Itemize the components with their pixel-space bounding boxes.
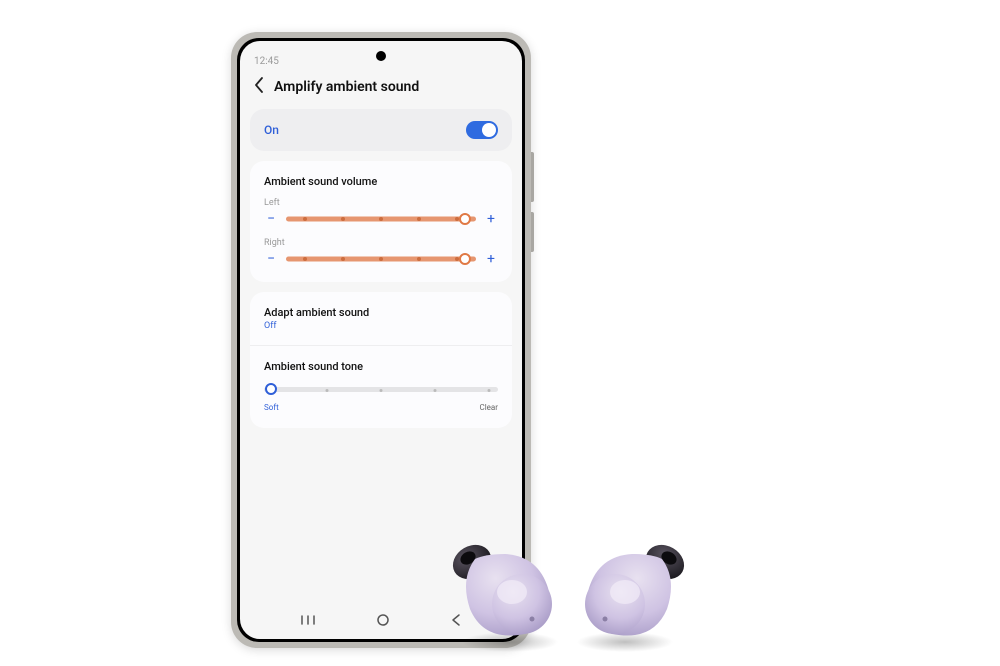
right-volume-row: − + bbox=[264, 252, 498, 266]
tone-label-soft: Soft bbox=[264, 403, 279, 412]
right-volume-minus-button[interactable]: − bbox=[264, 252, 278, 266]
nav-back-icon bbox=[450, 613, 462, 627]
side-button bbox=[531, 152, 534, 202]
slider-tick bbox=[379, 257, 383, 261]
left-volume-slider[interactable] bbox=[286, 216, 476, 222]
left-volume-thumb[interactable] bbox=[459, 213, 471, 225]
nav-back-button[interactable] bbox=[450, 613, 462, 631]
tone-thumb[interactable] bbox=[265, 383, 277, 395]
phone-bezel: 12:45 Amplify ambient sound On Ambient s… bbox=[237, 38, 525, 642]
slider-tick bbox=[303, 217, 307, 221]
home-icon bbox=[376, 613, 390, 627]
main-toggle-label: On bbox=[264, 123, 279, 137]
tone-slider[interactable] bbox=[264, 383, 498, 401]
side-button-2 bbox=[531, 212, 534, 252]
slider-tick bbox=[341, 257, 345, 261]
volume-section-title: Ambient sound volume bbox=[264, 175, 498, 188]
nav-recents-button[interactable] bbox=[300, 614, 316, 630]
volume-section: Ambient sound volume Left − bbox=[250, 161, 512, 282]
tone-labels: Soft Clear bbox=[264, 403, 498, 412]
slider-tick bbox=[341, 217, 345, 221]
tone-tick bbox=[433, 389, 436, 392]
tone-tick bbox=[380, 389, 383, 392]
recents-icon bbox=[300, 614, 316, 626]
chevron-left-icon bbox=[254, 77, 264, 93]
left-volume-minus-button[interactable]: − bbox=[264, 212, 278, 226]
left-volume-plus-button[interactable]: + bbox=[484, 212, 498, 226]
adapt-ambient-status: Off bbox=[264, 321, 498, 331]
page-header: Amplify ambient sound bbox=[240, 69, 522, 109]
adapt-ambient-row[interactable]: Adapt ambient sound Off bbox=[250, 292, 512, 346]
slider-tick bbox=[417, 217, 421, 221]
left-volume-label: Left bbox=[264, 198, 498, 208]
adapt-ambient-title: Adapt ambient sound bbox=[264, 306, 498, 319]
right-volume-plus-button[interactable]: + bbox=[484, 252, 498, 266]
right-volume-thumb[interactable] bbox=[459, 253, 471, 265]
slider-tick bbox=[303, 257, 307, 261]
right-volume-label: Right bbox=[264, 238, 498, 248]
page-title: Amplify ambient sound bbox=[274, 79, 419, 95]
slider-tick bbox=[417, 257, 421, 261]
content-area: On Ambient sound volume Left − bbox=[240, 109, 522, 605]
nav-home-button[interactable] bbox=[376, 613, 390, 631]
slider-tick bbox=[379, 217, 383, 221]
tone-section: Ambient sound tone Soft Clear bbox=[250, 346, 512, 428]
front-camera bbox=[376, 51, 386, 61]
android-navbar bbox=[240, 605, 522, 639]
tone-tick bbox=[487, 389, 490, 392]
tone-tick bbox=[326, 389, 329, 392]
right-volume-group: Right − bbox=[264, 238, 498, 266]
status-time: 12:45 bbox=[254, 56, 279, 67]
phone-device-frame: 12:45 Amplify ambient sound On Ambient s… bbox=[231, 32, 531, 648]
main-toggle-switch[interactable] bbox=[466, 121, 498, 139]
tone-title: Ambient sound tone bbox=[264, 360, 498, 373]
right-volume-slider[interactable] bbox=[286, 256, 476, 262]
main-toggle-row[interactable]: On bbox=[250, 109, 512, 151]
left-volume-row: − + bbox=[264, 212, 498, 226]
tone-label-clear: Clear bbox=[480, 403, 498, 412]
volume-card: Ambient sound volume Left − bbox=[250, 161, 512, 282]
back-button[interactable] bbox=[254, 77, 264, 97]
left-volume-group: Left − bbox=[264, 198, 498, 226]
settings-card: Adapt ambient sound Off Ambient sound to… bbox=[250, 292, 512, 428]
phone-screen: 12:45 Amplify ambient sound On Ambient s… bbox=[240, 41, 522, 639]
